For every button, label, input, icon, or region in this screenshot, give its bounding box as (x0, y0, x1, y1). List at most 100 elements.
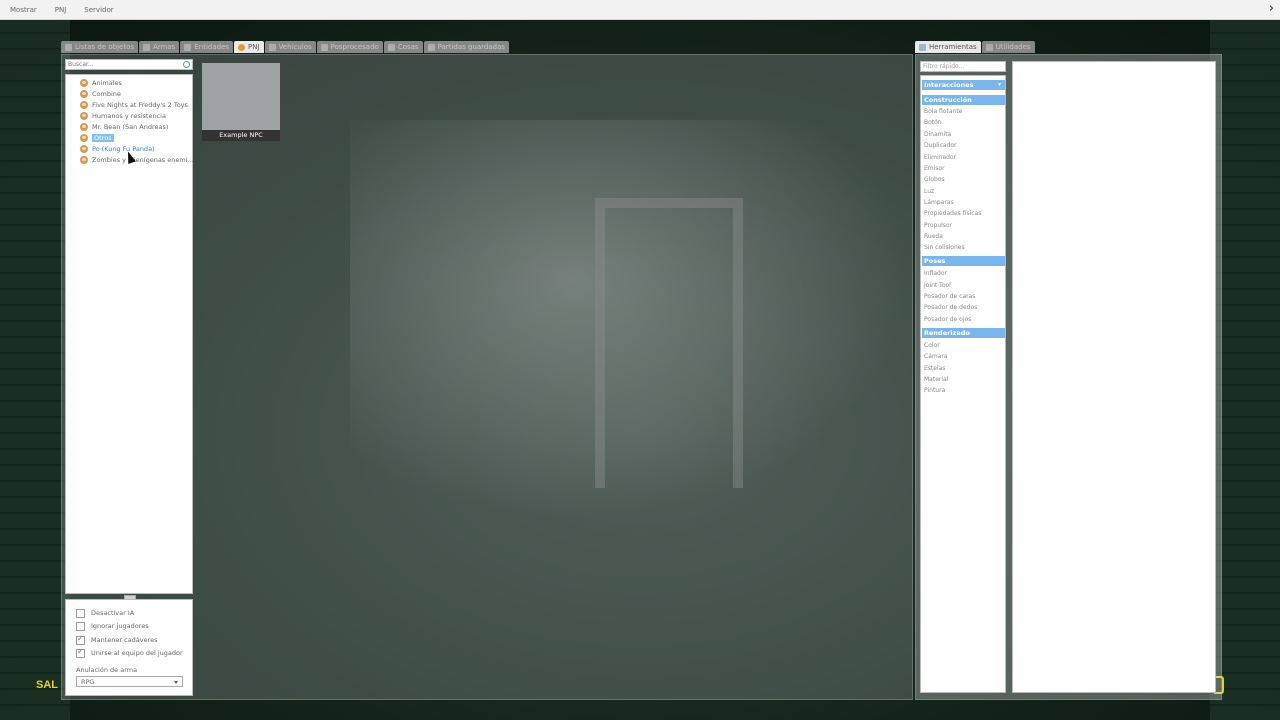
option-join-team[interactable]: Unirse al equipo del jugador (76, 647, 183, 658)
npc-head-icon (80, 79, 88, 87)
category-po[interactable]: Po (Kung Fu Panda) (80, 144, 155, 154)
tool-filter-input[interactable]: Filtro rápido... (920, 61, 1006, 72)
tab-label: Partidas guardadas (437, 43, 505, 51)
tool-item[interactable]: Propiedades físicas (924, 209, 1004, 219)
tool-item[interactable]: Bola flotante (924, 107, 1004, 117)
spawn-tabs: Listas de objetos Armas Entidades PNJ Ve… (61, 41, 510, 54)
category-mr-bean[interactable]: Mr. Bean (San Andreas) (80, 122, 168, 132)
tool-item[interactable]: Posador de ojos (924, 315, 1004, 325)
wrench-icon (919, 43, 926, 51)
tab-vehiculos[interactable]: Vehículos (264, 41, 316, 53)
tool-item[interactable]: Inflador (924, 269, 1004, 279)
chevron-right-icon[interactable]: › (1269, 2, 1274, 16)
tool-list: Interacciones Construcción Bola flotante… (920, 75, 1006, 693)
npc-card-name: Example NPC (202, 130, 280, 141)
tab-pnj[interactable]: PNJ (234, 41, 264, 53)
entity-icon (184, 43, 192, 51)
tool-category-renderizado[interactable]: Renderizado (922, 328, 1005, 338)
tool-item[interactable]: Emisor (924, 164, 1004, 174)
option-label: Ignorar jugadores (91, 622, 149, 630)
tool-item[interactable]: Luz (924, 187, 1004, 197)
postprocess-icon (320, 43, 328, 51)
tool-item[interactable]: Duplicador (924, 141, 1004, 151)
tab-posprocesado[interactable]: Posprocesado (316, 41, 383, 53)
category-label: Otros (92, 134, 114, 142)
tab-listas-de-objetos[interactable]: Listas de objetos (61, 41, 139, 53)
tab-label: Cosas (397, 43, 419, 51)
background-wall-left (0, 20, 70, 720)
tab-label: Vehículos (278, 43, 312, 51)
tool-category-interacciones[interactable]: Interacciones (922, 80, 1005, 90)
category-label: Zombies y alienígenas enemi... (92, 156, 194, 164)
tool-item[interactable]: Color (924, 341, 1004, 351)
npc-head-icon (80, 145, 88, 153)
category-humanos[interactable]: Humanos y resistencia (80, 111, 166, 121)
menu-servidor[interactable]: Servidor (74, 6, 121, 14)
tool-item[interactable]: Lámparas (924, 198, 1004, 208)
tool-item[interactable]: Globos (924, 175, 1004, 185)
tab-label: Entidades (194, 43, 230, 51)
tab-partidas-guardadas[interactable]: Partidas guardadas (423, 41, 509, 53)
category-label: Combine (92, 90, 121, 98)
hud-text: SAL (36, 679, 58, 691)
search-icon[interactable] (183, 61, 190, 68)
option-label: Desactivar IA (91, 609, 135, 617)
tool-item[interactable]: Material (924, 375, 1004, 385)
category-fnaf2[interactable]: Five Nights at Freddy's 2 Toys (80, 100, 188, 110)
category-combine[interactable]: Combine (80, 89, 121, 99)
tool-item[interactable]: Eliminador (924, 153, 1004, 163)
search-input[interactable] (68, 60, 178, 69)
tab-herramientas[interactable]: Herramientas (915, 41, 981, 53)
checkbox[interactable] (76, 621, 85, 631)
utilities-icon (985, 43, 993, 51)
gun-icon (143, 43, 151, 51)
category-label: Mr. Bean (San Andreas) (92, 123, 169, 131)
weapon-override-select[interactable]: RPG (76, 676, 183, 687)
tool-item[interactable]: Posador de dedos (924, 303, 1004, 313)
category-zombies[interactable]: Zombies y alienígenas enemi... (80, 155, 194, 165)
npc-icon (238, 43, 246, 51)
tool-item[interactable]: Rueda (924, 232, 1004, 242)
npc-card[interactable]: Example NPC (201, 62, 281, 142)
tab-entidades[interactable]: Entidades (180, 41, 234, 53)
tool-item[interactable]: Estelas (924, 364, 1004, 374)
npc-options-panel: Desactivar IA Ignorar jugadores Mantener… (65, 599, 193, 696)
tab-label: Listas de objetos (75, 43, 135, 51)
category-label: Humanos y resistencia (92, 112, 166, 120)
checkbox[interactable] (76, 634, 85, 645)
category-label: Animales (92, 79, 122, 87)
npc-head-icon (80, 90, 88, 98)
scene-door (595, 198, 743, 488)
tool-item[interactable]: Cámara (924, 352, 1004, 362)
tool-item[interactable]: Sin colisiones (924, 243, 1004, 253)
tool-panel-body: Filtro rápido... Interacciones Construcc… (915, 54, 1222, 700)
tab-label: Utilidades (995, 43, 1031, 51)
tool-item[interactable]: Botón (924, 118, 1004, 128)
dupes-icon (387, 43, 395, 51)
tool-item[interactable]: Propulsor (924, 221, 1004, 231)
category-animales[interactable]: Animales (80, 78, 122, 88)
car-icon (268, 43, 276, 51)
tool-item[interactable]: Pintura (924, 386, 1004, 396)
tab-utilidades[interactable]: Utilidades (981, 41, 1035, 53)
menu-pnj[interactable]: PNJ (45, 6, 75, 14)
tab-label: PNJ (248, 43, 260, 51)
option-ignore-players[interactable]: Ignorar jugadores (76, 621, 149, 631)
tool-settings-panel (1012, 61, 1216, 693)
option-disable-ai[interactable]: Desactivar IA (76, 608, 134, 618)
category-label: Five Nights at Freddy's 2 Toys (92, 101, 188, 109)
tool-tabs: Herramientas Utilidades (915, 41, 1036, 54)
checkbox[interactable] (76, 647, 85, 658)
menu-mostrar[interactable]: Mostrar (0, 6, 45, 14)
tool-category-construccion[interactable]: Construcción (922, 95, 1005, 105)
tool-category-poses[interactable]: Poses (922, 256, 1005, 266)
category-otros[interactable]: Otros (80, 133, 114, 143)
tab-cosas[interactable]: Cosas (383, 41, 423, 53)
tab-armas[interactable]: Armas (139, 41, 180, 53)
tool-item[interactable]: Dinamita (924, 130, 1004, 140)
option-keep-corpses[interactable]: Mantener cadáveres (76, 634, 158, 645)
tool-item[interactable]: Posador de caras (924, 292, 1004, 302)
checkbox[interactable] (76, 608, 85, 618)
tab-label: Posprocesado (330, 43, 379, 51)
tool-item[interactable]: Joint Tool (924, 281, 1004, 291)
